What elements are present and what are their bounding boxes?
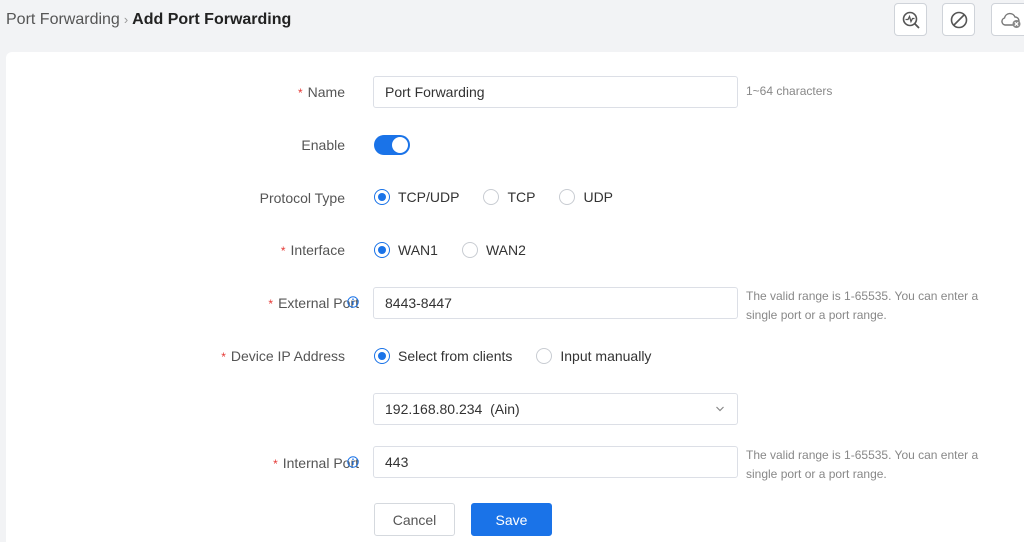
radio-dot — [374, 242, 390, 258]
external-port-hint: The valid range is 1-65535. You can ente… — [746, 287, 1006, 325]
device-ip-label-text: Device IP Address — [230, 348, 345, 364]
radio-dot — [461, 242, 478, 258]
radio-label: TCP — [507, 189, 536, 205]
radio-label: WAN2 — [485, 242, 526, 258]
interface-radio-group: WAN1 WAN2 — [374, 241, 550, 259]
device-ip-select[interactable]: 192.168.80.234 (Ain) — [373, 393, 738, 425]
toggle-knob — [392, 137, 408, 153]
radio-dot — [374, 348, 390, 364]
diagnostics-button[interactable] — [894, 3, 927, 36]
interface-wan1-radio[interactable]: WAN1 — [374, 241, 438, 259]
interface-label-text: Interface — [290, 242, 345, 258]
internal-port-input[interactable]: 443 — [373, 446, 738, 478]
radio-dot — [483, 189, 500, 205]
radio-dot — [374, 189, 390, 205]
interface-wan2-radio[interactable]: WAN2 — [461, 241, 526, 259]
radio-label: Input manually — [560, 348, 652, 364]
required-mark: * — [297, 86, 303, 100]
breadcrumb-separator: › — [123, 12, 129, 27]
protocol-udp-radio[interactable]: UDP — [559, 188, 613, 206]
protocol-type-label: Protocol Type — [259, 190, 345, 206]
protocol-tcp-radio[interactable]: TCP — [483, 188, 535, 206]
search-activity-icon — [902, 11, 920, 29]
breadcrumb-parent-link[interactable]: Port Forwarding — [6, 11, 120, 28]
hint-line: single port or a port range. — [746, 308, 887, 322]
info-icon[interactable] — [347, 296, 359, 308]
enable-label: Enable — [301, 137, 345, 153]
radio-dot — [559, 189, 576, 205]
name-input[interactable]: Port Forwarding — [373, 76, 738, 108]
protocol-type-radio-group: TCP/UDP TCP UDP — [374, 188, 637, 206]
radio-dot — [536, 348, 553, 364]
required-mark: * — [221, 350, 226, 364]
radio-label: Select from clients — [398, 348, 513, 364]
device-ip-label: * Device IP Address — [221, 347, 345, 366]
external-port-input[interactable]: 8443-8447 — [373, 287, 738, 319]
interface-label: * Interface — [281, 241, 345, 260]
hint-line: The valid range is 1-65535. You can ente… — [746, 289, 979, 303]
input-manually-radio[interactable]: Input manually — [536, 347, 651, 365]
device-ip-radio-group: Select from clients Input manually — [374, 347, 675, 365]
cloud-disabled-icon — [1001, 12, 1021, 28]
radio-label: TCP/UDP — [398, 189, 460, 205]
page-title: Add Port Forwarding — [132, 11, 292, 28]
protocol-tcp-udp-radio[interactable]: TCP/UDP — [374, 188, 459, 206]
name-label-text: Name — [307, 84, 345, 100]
hint-line: The valid range is 1-65535. You can ente… — [746, 448, 979, 462]
disable-button[interactable] — [942, 3, 975, 36]
internal-port-hint: The valid range is 1-65535. You can ente… — [746, 446, 1006, 484]
no-entry-icon — [950, 11, 967, 28]
required-mark: * — [273, 457, 278, 471]
name-hint: 1~64 characters — [746, 84, 833, 98]
save-button[interactable]: Save — [471, 503, 552, 536]
required-mark: * — [268, 297, 274, 311]
name-label: * Name — [298, 83, 345, 102]
cloud-status-button[interactable] — [991, 3, 1024, 36]
device-ip-select-value: 192.168.80.234 (Ain) — [385, 401, 520, 417]
top-bar: Port Forwarding › Add Port Forwarding — [0, 0, 1024, 46]
select-from-clients-radio[interactable]: Select from clients — [374, 347, 512, 365]
chevron-down-icon — [716, 406, 724, 412]
breadcrumb: Port Forwarding › Add Port Forwarding — [6, 10, 291, 30]
external-port-label: * External Port — [268, 294, 359, 313]
hint-line: single port or a port range. — [746, 467, 887, 481]
enable-toggle[interactable] — [374, 135, 410, 155]
radio-label: UDP — [583, 189, 614, 205]
required-mark: * — [280, 244, 286, 258]
radio-label: WAN1 — [398, 242, 438, 258]
info-icon[interactable] — [347, 456, 359, 468]
cancel-button[interactable]: Cancel — [374, 503, 455, 536]
